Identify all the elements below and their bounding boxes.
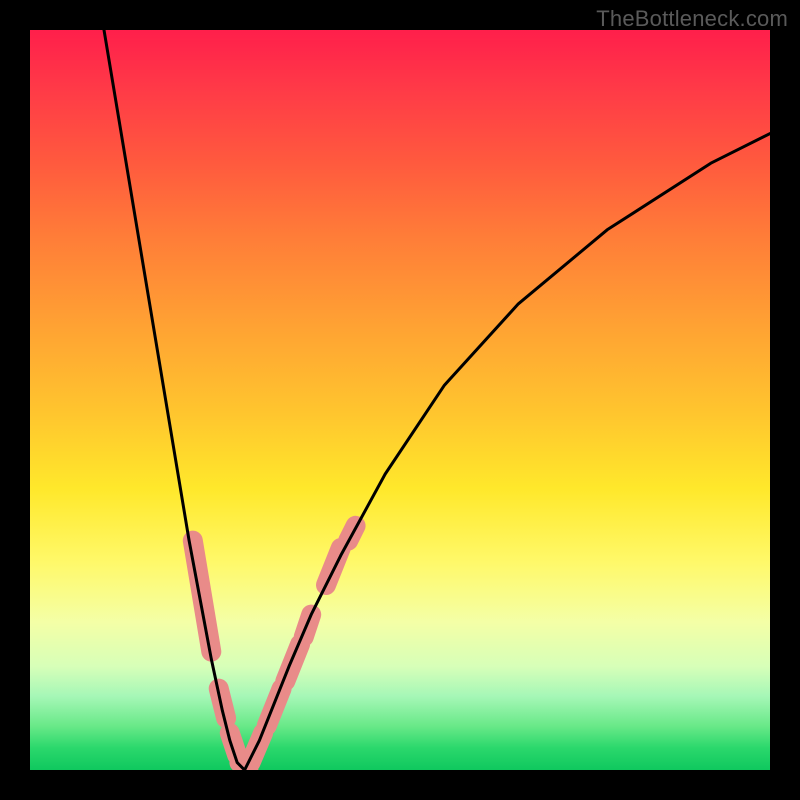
highlight-layer [193, 526, 356, 770]
chart-frame: TheBottleneck.com [0, 0, 800, 800]
chart-svg [30, 30, 770, 770]
watermark-text: TheBottleneck.com [596, 6, 788, 32]
curve-curve-left [104, 30, 245, 770]
highlight-segment [285, 644, 300, 681]
curve-curve-right [245, 134, 770, 770]
highlight-segment [193, 541, 212, 652]
plot-area [30, 30, 770, 770]
curve-layer [104, 30, 770, 770]
